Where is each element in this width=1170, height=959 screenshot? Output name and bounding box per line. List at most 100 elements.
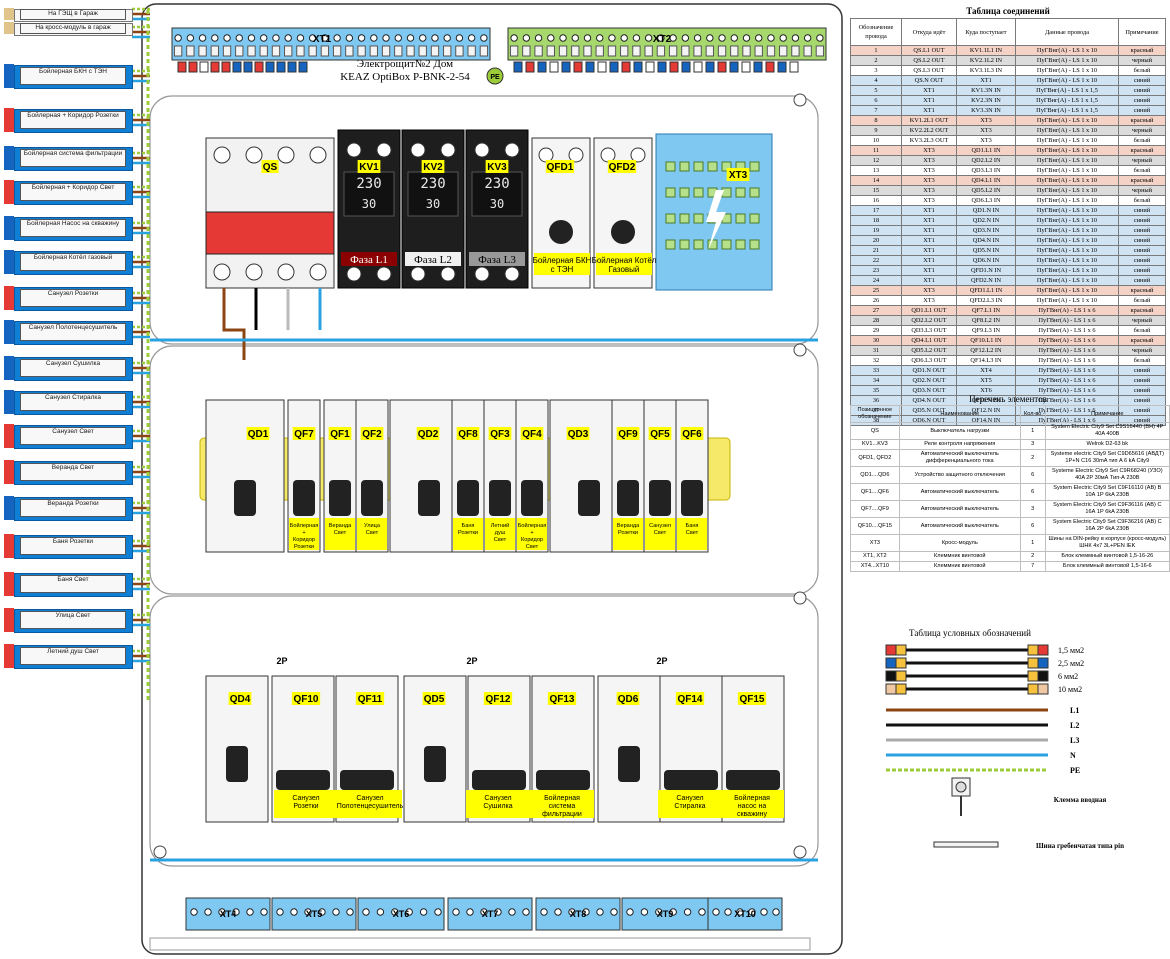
breaker-handle bbox=[489, 480, 511, 516]
bottom-terminal-label: XT7 bbox=[482, 909, 499, 919]
elements-table: Позиционное обозначение Наименование Кол-в… bbox=[850, 405, 1170, 572]
relay-screw bbox=[346, 142, 362, 158]
circuit-label-line: Бойлерная bbox=[544, 794, 580, 802]
legend-wire-marker bbox=[895, 644, 907, 656]
output-cable-label: Санузел Розетки bbox=[20, 289, 126, 307]
conn-cell: ПуГВнг(А) - LS 1 x 10 bbox=[1015, 125, 1119, 136]
conn-cell: QF14.L3 IN bbox=[956, 355, 1016, 366]
relay-screw bbox=[410, 142, 426, 158]
conn-cell: ПуГВнг(А) - LS 1 x 10 bbox=[1015, 175, 1119, 186]
terminal-screw bbox=[260, 34, 268, 42]
conn-cell: синий bbox=[1118, 275, 1166, 286]
output-cable-label: Санузел Полотенцесушитель bbox=[20, 323, 126, 341]
relay-screw bbox=[504, 266, 520, 282]
conn-row: 24 XT1 QFD2.N IN ПуГВнг(А) - LS 1 x 10 синий bbox=[850, 275, 1166, 286]
device-designation-qf6: QF6 bbox=[680, 427, 704, 440]
device-designation-kv2-text: KV2 bbox=[423, 162, 443, 173]
conn-cell: KV3.3N IN bbox=[956, 105, 1016, 116]
elem-cell: QFD1, QFD2 bbox=[850, 449, 900, 467]
conn-row: 32 QD6.L3 OUT QF14.L3 IN ПуГВнг(А) - LS 1 x… bbox=[850, 355, 1166, 366]
conn-cell: QD2.N IN bbox=[956, 215, 1016, 226]
elem-row: QFD1, QFD2 Автоматический выключатель диф… bbox=[850, 449, 1170, 467]
elem-cell: Блок клеммный винтовой 1,5-16-26 bbox=[1044, 551, 1170, 562]
output-cable: Бойлерная БКН с ТЭН bbox=[4, 64, 133, 90]
cable-end bbox=[199, 61, 209, 73]
conn-row: 3 QS.L3 OUT KV3.1L3 IN ПуГВнг(А) - LS 1 x 1… bbox=[850, 65, 1166, 76]
cable-end bbox=[621, 61, 631, 73]
conn-cell: ПуГВнг(А) - LS 1 x 1,5 bbox=[1015, 105, 1119, 116]
terminal-screw bbox=[767, 34, 775, 42]
conn-cell: белый bbox=[1118, 65, 1166, 76]
terminal-screw bbox=[272, 34, 280, 42]
terminal-screw bbox=[596, 34, 604, 42]
elem-cell: QF7....QF9 bbox=[850, 500, 900, 518]
conn-cell: XT4 bbox=[956, 365, 1016, 376]
conn-cell: ПуГВнг(А) - LS 1 x 10 bbox=[1015, 75, 1119, 86]
qfd-label-line: Газовый bbox=[609, 265, 640, 274]
cross-module-terminal bbox=[665, 213, 676, 224]
terminal-slot bbox=[455, 45, 464, 57]
relay-current-readout: 30 bbox=[490, 197, 504, 211]
conn-cell: QD5.L2 IN bbox=[956, 185, 1016, 196]
conn-cell: 19 bbox=[850, 225, 902, 236]
elem-cell: Автоматический выключатель дифференциаль… bbox=[898, 449, 1021, 467]
terminal-screw bbox=[434, 908, 442, 916]
output-cable-label: Баня Свет bbox=[20, 575, 126, 593]
device-designation-qf11: QF11 bbox=[355, 692, 385, 705]
breaker-handle bbox=[457, 480, 479, 516]
cable-end bbox=[657, 61, 667, 73]
elem-row: QF10....QF15 Автоматический выключатель 6 S… bbox=[850, 517, 1170, 535]
terminal-slot bbox=[284, 45, 293, 57]
terminal-screw bbox=[644, 34, 653, 42]
device-designation-qd1-text: QD1 bbox=[248, 429, 269, 440]
qfd-label-line: Бойлерная Котёл bbox=[592, 256, 657, 265]
conn-cell: черный bbox=[1118, 125, 1166, 136]
conn-cell: QF10.L1 IN bbox=[956, 335, 1016, 346]
terminal-screw bbox=[466, 908, 474, 916]
terminal-slot bbox=[803, 45, 812, 57]
two-pole-marker: 2P bbox=[656, 656, 667, 666]
conn-cell: синий bbox=[1118, 215, 1166, 226]
device-designation-qf2-text: QF2 bbox=[362, 429, 382, 440]
elem-cell: 6 bbox=[1019, 517, 1046, 535]
circuit-label: СанузелРозетки bbox=[274, 790, 338, 818]
conn-cell: 15 bbox=[850, 185, 902, 196]
conn-row: 14 XT3 QD4.L1 IN ПуГВнг(А) - LS 1 x 10 красн… bbox=[850, 175, 1166, 186]
conn-cell: ПуГВнг(А) - LS 1 x 10 bbox=[1015, 115, 1119, 126]
conn-row: 15 XT3 QD5.L2 IN ПуГВнг(А) - LS 1 x 10 черны… bbox=[850, 185, 1166, 196]
output-cable: Санузел Свет bbox=[4, 424, 133, 450]
circuit-label: БаняСвет bbox=[677, 518, 707, 550]
cross-module-terminal bbox=[693, 161, 704, 172]
circuit-label-line: Свет bbox=[526, 544, 539, 550]
bottom-terminal-label: XT6 bbox=[393, 909, 410, 919]
conn-cell: XT3 bbox=[901, 175, 957, 186]
terminal-screw bbox=[608, 34, 616, 42]
bottom-terminal-label: XT9 bbox=[657, 909, 674, 919]
bottom-terminal-label: XT8 bbox=[570, 909, 587, 919]
terminal-slot bbox=[443, 45, 452, 57]
terminal-slot bbox=[369, 45, 378, 57]
cable-end bbox=[741, 61, 751, 73]
cable-end bbox=[765, 61, 775, 73]
conn-cell: синий bbox=[1118, 95, 1166, 106]
terminal-slot bbox=[247, 45, 256, 57]
legend-wire-end bbox=[1037, 683, 1049, 695]
conn-cell: KV3.2L3 OUT bbox=[901, 135, 957, 146]
elem-row: XT3 Кросс-модуль 1 Шины на DIN-рейку в корп… bbox=[850, 534, 1170, 552]
circuit-label-line: Улица bbox=[364, 523, 381, 529]
elem-cell: Автоматический выключатель bbox=[898, 483, 1021, 501]
conn-row: 25 XT3 QFD1.L1 IN ПуГВнг(А) - LS 1 x 10 крас… bbox=[850, 285, 1166, 296]
conn-cell: синий bbox=[1118, 205, 1166, 216]
output-cable: Веранда Свет bbox=[4, 460, 133, 486]
cross-module-terminal bbox=[721, 187, 732, 198]
output-terminal bbox=[4, 390, 14, 414]
elem-cell: QD1....QD6 bbox=[850, 466, 900, 484]
phase-label-text: Фаза L2 bbox=[414, 254, 452, 266]
conn-cell: ПуГВнг(А) - LS 1 x 10 bbox=[1015, 245, 1119, 256]
cross-module-terminal bbox=[721, 239, 732, 250]
conn-row: 29 QD3.L3 OUT QF9.L3 IN ПуГВнг(А) - LS 1 x … bbox=[850, 325, 1166, 336]
conn-cell: 16 bbox=[850, 195, 902, 206]
conn-cell: KV2.2L2 OUT bbox=[901, 125, 957, 136]
circuit-label: Бойлерная+КоридорРозетки bbox=[289, 518, 319, 550]
conn-cell: синий bbox=[1118, 75, 1166, 86]
